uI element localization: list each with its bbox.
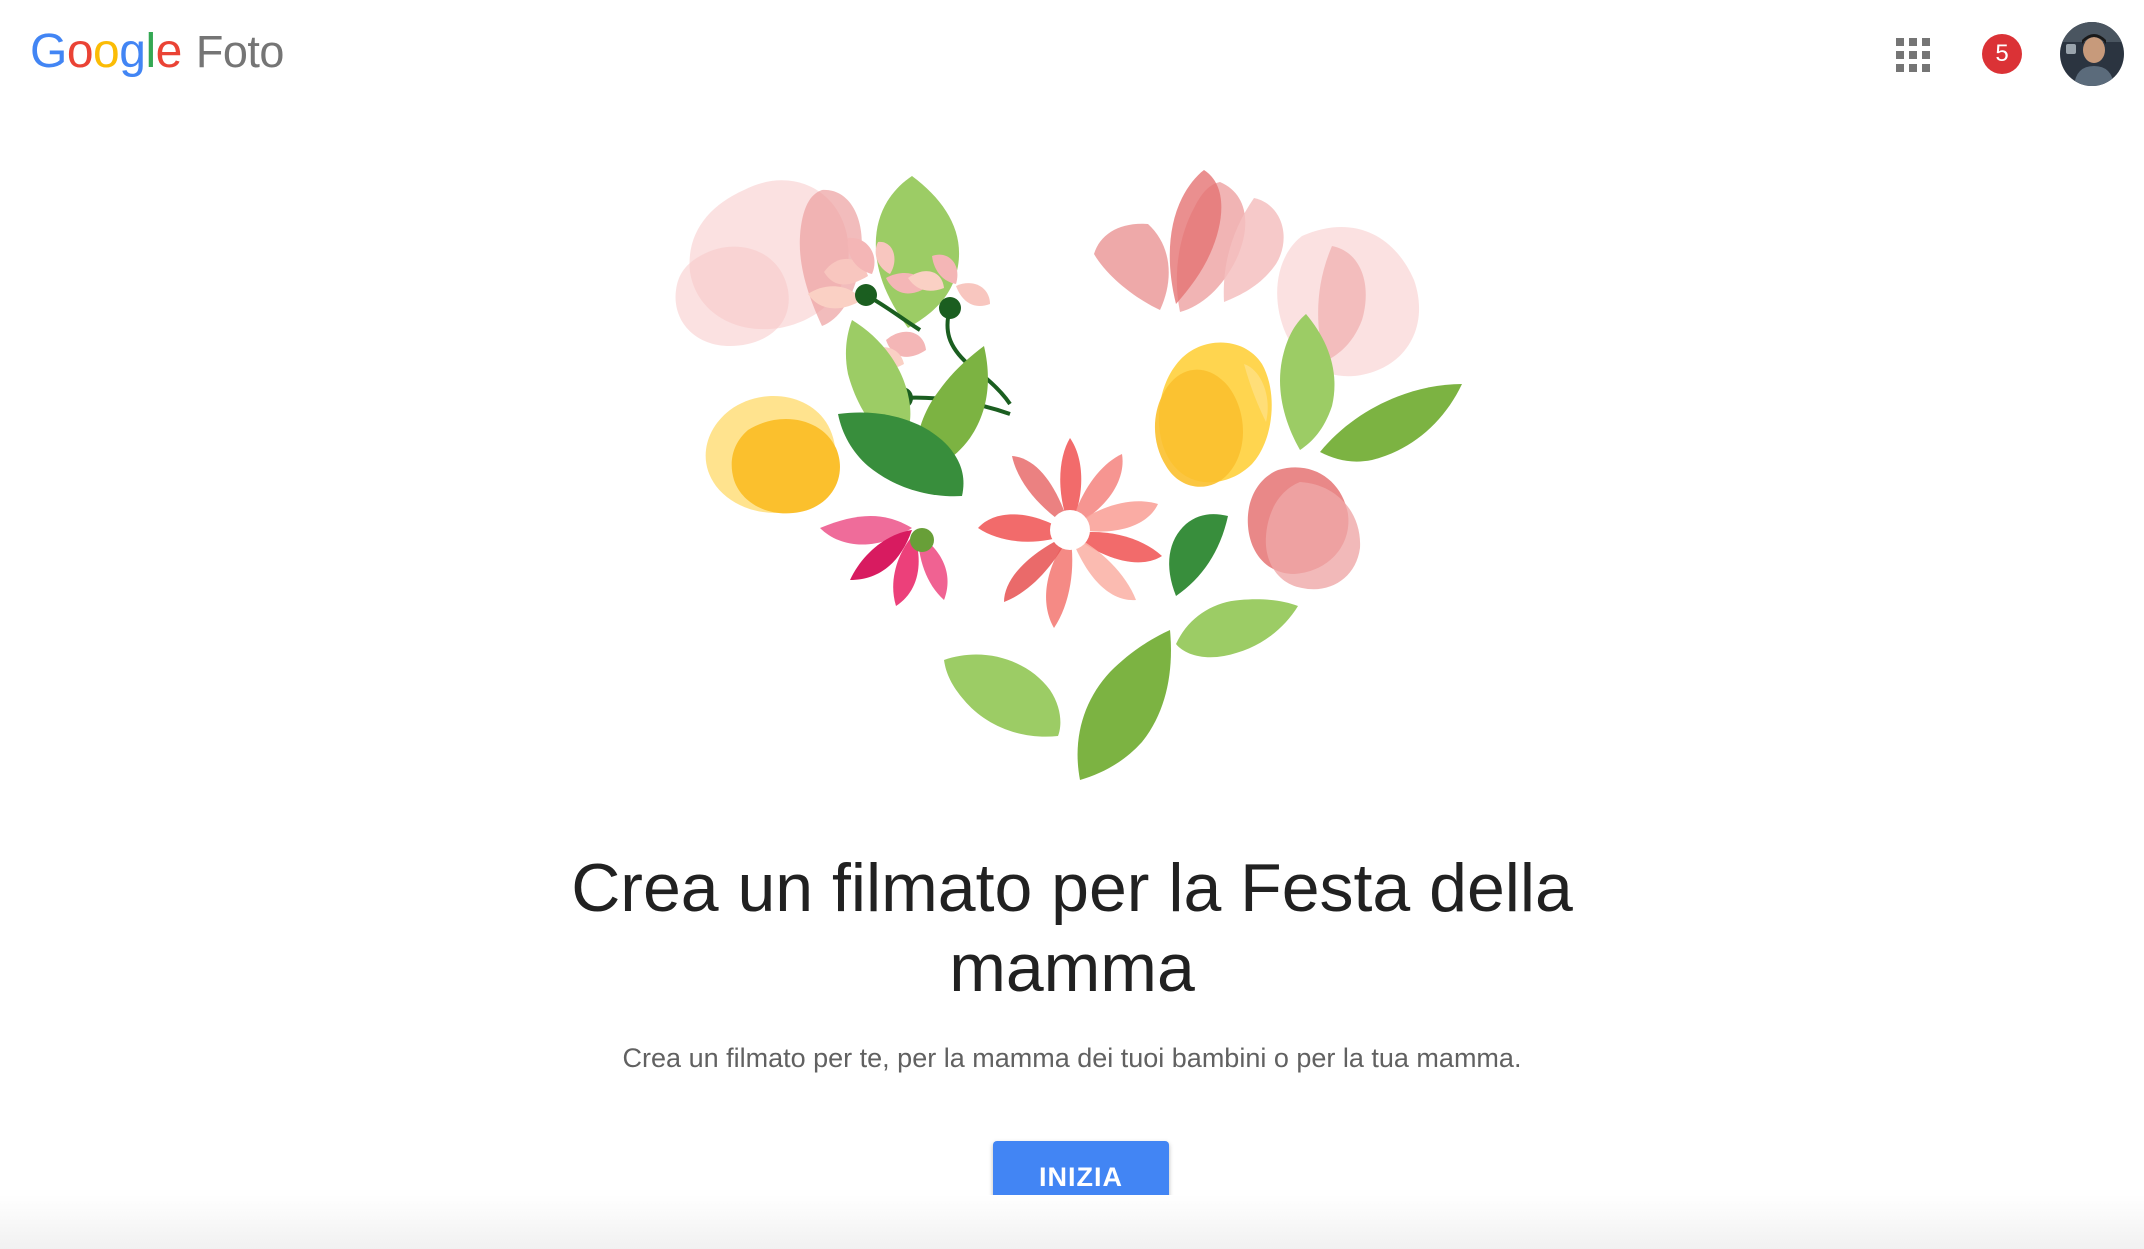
flower-heart-illustration <box>672 160 1492 800</box>
logo-letter: l <box>145 25 156 78</box>
bottom-shade <box>0 1195 2144 1249</box>
apps-grid-icon[interactable] <box>1896 38 1930 72</box>
user-avatar[interactable] <box>2060 22 2124 86</box>
logo-letter: o <box>93 25 120 78</box>
logo-letter: g <box>119 25 146 78</box>
product-name: Foto <box>195 26 285 77</box>
top-app-bar: Google Foto 5 <box>0 0 2144 108</box>
logo-letter: G <box>30 25 67 78</box>
google-photos-logo[interactable]: Google Foto <box>30 24 284 84</box>
notifications-badge[interactable]: 5 <box>1982 34 2022 74</box>
logo-letter: o <box>66 25 94 78</box>
page-title: Crea un filmato per la Festa della mamma <box>571 850 1573 1006</box>
page-subtitle: Crea un filmato per te, per la mamma dei… <box>622 1043 1522 1073</box>
page: Google Foto 5 Crea un filmato per la Fes… <box>0 0 2144 1249</box>
logo-letter: e <box>155 25 183 78</box>
